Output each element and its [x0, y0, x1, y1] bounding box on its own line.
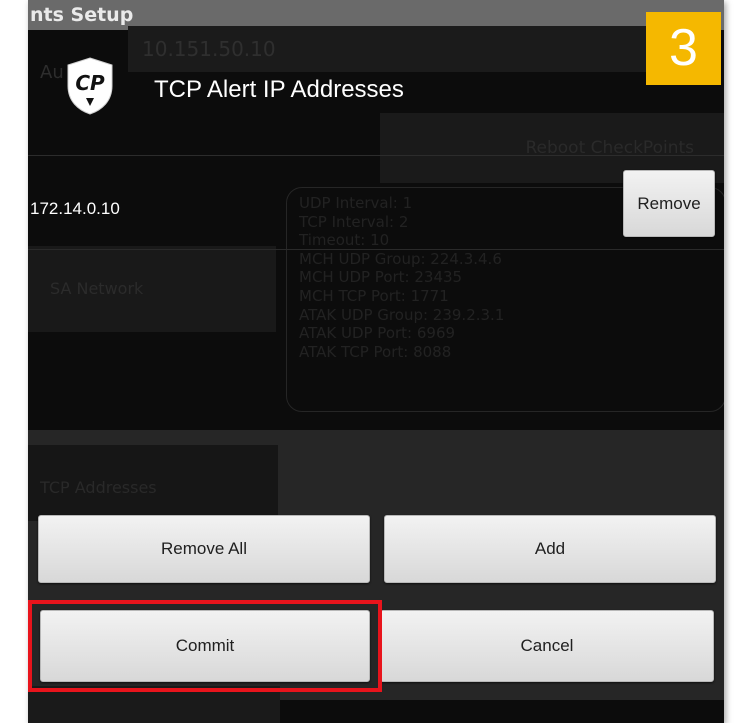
- background-sa-network-button: SA Network: [28, 246, 276, 332]
- remove-button[interactable]: Remove: [623, 170, 715, 237]
- ip-address-row[interactable]: [28, 160, 724, 250]
- stat-line: ATAK TCP Port: 8088: [299, 342, 452, 361]
- stat-line: MCH UDP Port: 23435: [299, 268, 463, 287]
- stat-line: ATAK UDP Group: 239.2.3.1: [299, 305, 505, 324]
- step-number-badge: 3: [646, 12, 721, 85]
- ip-address-text: 172.14.0.10: [30, 199, 120, 218]
- background-tcp-addresses-button: TCP Addresses: [28, 445, 278, 521]
- dialog-title: TCP Alert IP Addresses: [154, 76, 404, 103]
- stat-line: ATAK UDP Port: 6969: [299, 324, 456, 343]
- checkpoint-logo-icon: CP: [67, 57, 113, 115]
- cancel-button[interactable]: Cancel: [380, 610, 714, 682]
- remove-all-button[interactable]: Remove All: [38, 515, 370, 583]
- stat-line: MCH TCP Port: 1771: [299, 286, 449, 305]
- stat-line: MCH UDP Group: 224.3.4.6: [299, 249, 502, 268]
- add-button[interactable]: Add: [384, 515, 716, 583]
- svg-text:CP: CP: [75, 71, 105, 95]
- commit-button[interactable]: Commit: [40, 610, 370, 682]
- background-bottom-button: [28, 686, 280, 723]
- app-screenshot: nts Setup 10.151.50.10 Au Reboot CheckPo…: [28, 0, 724, 723]
